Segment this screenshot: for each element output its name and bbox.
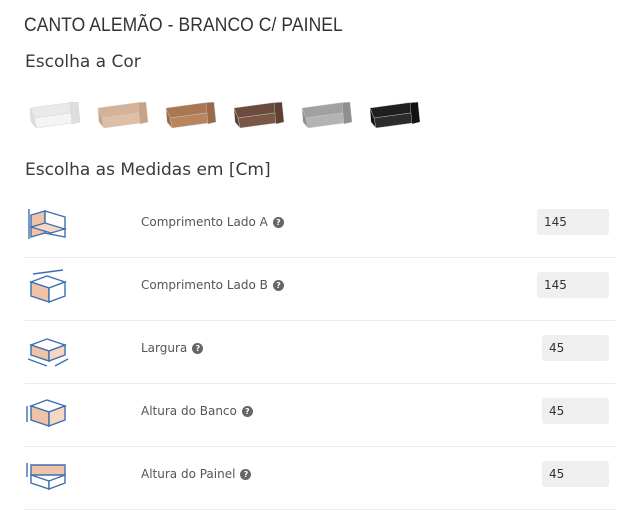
measure-label: Comprimento Lado A? (141, 215, 284, 229)
seat-height-diagram-icon (26, 399, 68, 428)
measure-row-panel-height: Altura do Painel? (25, 447, 615, 510)
seat-height-input[interactable] (542, 398, 609, 424)
swatch-branco[interactable] (26, 98, 82, 134)
measure-row-side-a: Comprimento Lado A? (25, 195, 615, 258)
swatch-cinza[interactable] (298, 98, 354, 134)
side-b-diagram-icon (28, 269, 68, 304)
product-title: CANTO ALEMÃO - BRANCO C/ PAINEL (24, 15, 343, 36)
width-diagram-icon (27, 338, 69, 367)
measure-row-seat-height: Altura do Banco? (25, 384, 615, 447)
panel-height-diagram-icon (26, 463, 66, 491)
swatch-tabaco[interactable] (230, 98, 286, 134)
side-b-input[interactable] (537, 272, 609, 298)
side-a-diagram-icon (28, 209, 68, 239)
measure-label: Largura? (141, 341, 204, 355)
help-icon[interactable]: ? (241, 406, 253, 417)
help-icon[interactable]: ? (272, 280, 284, 291)
side-a-input[interactable] (537, 209, 609, 235)
help-icon[interactable]: ? (192, 343, 204, 354)
measure-label: Comprimento Lado B? (141, 278, 284, 292)
swatch-preto[interactable] (366, 98, 422, 134)
swatch-bege[interactable] (94, 98, 150, 134)
measure-label: Altura do Banco? (141, 404, 253, 418)
width-input[interactable] (542, 335, 609, 361)
measure-row-side-b: Comprimento Lado B? (25, 258, 615, 321)
panel-height-input[interactable] (542, 461, 609, 487)
help-icon[interactable]: ? (240, 469, 252, 480)
measures-section-heading: Escolha as Medidas em [Cm] (25, 160, 271, 180)
help-icon[interactable]: ? (272, 217, 284, 228)
color-section-heading: Escolha a Cor (25, 52, 141, 72)
swatch-carvalho[interactable] (162, 98, 218, 134)
measure-label: Altura do Painel? (141, 467, 252, 481)
measure-row-width: Largura? (25, 321, 615, 384)
